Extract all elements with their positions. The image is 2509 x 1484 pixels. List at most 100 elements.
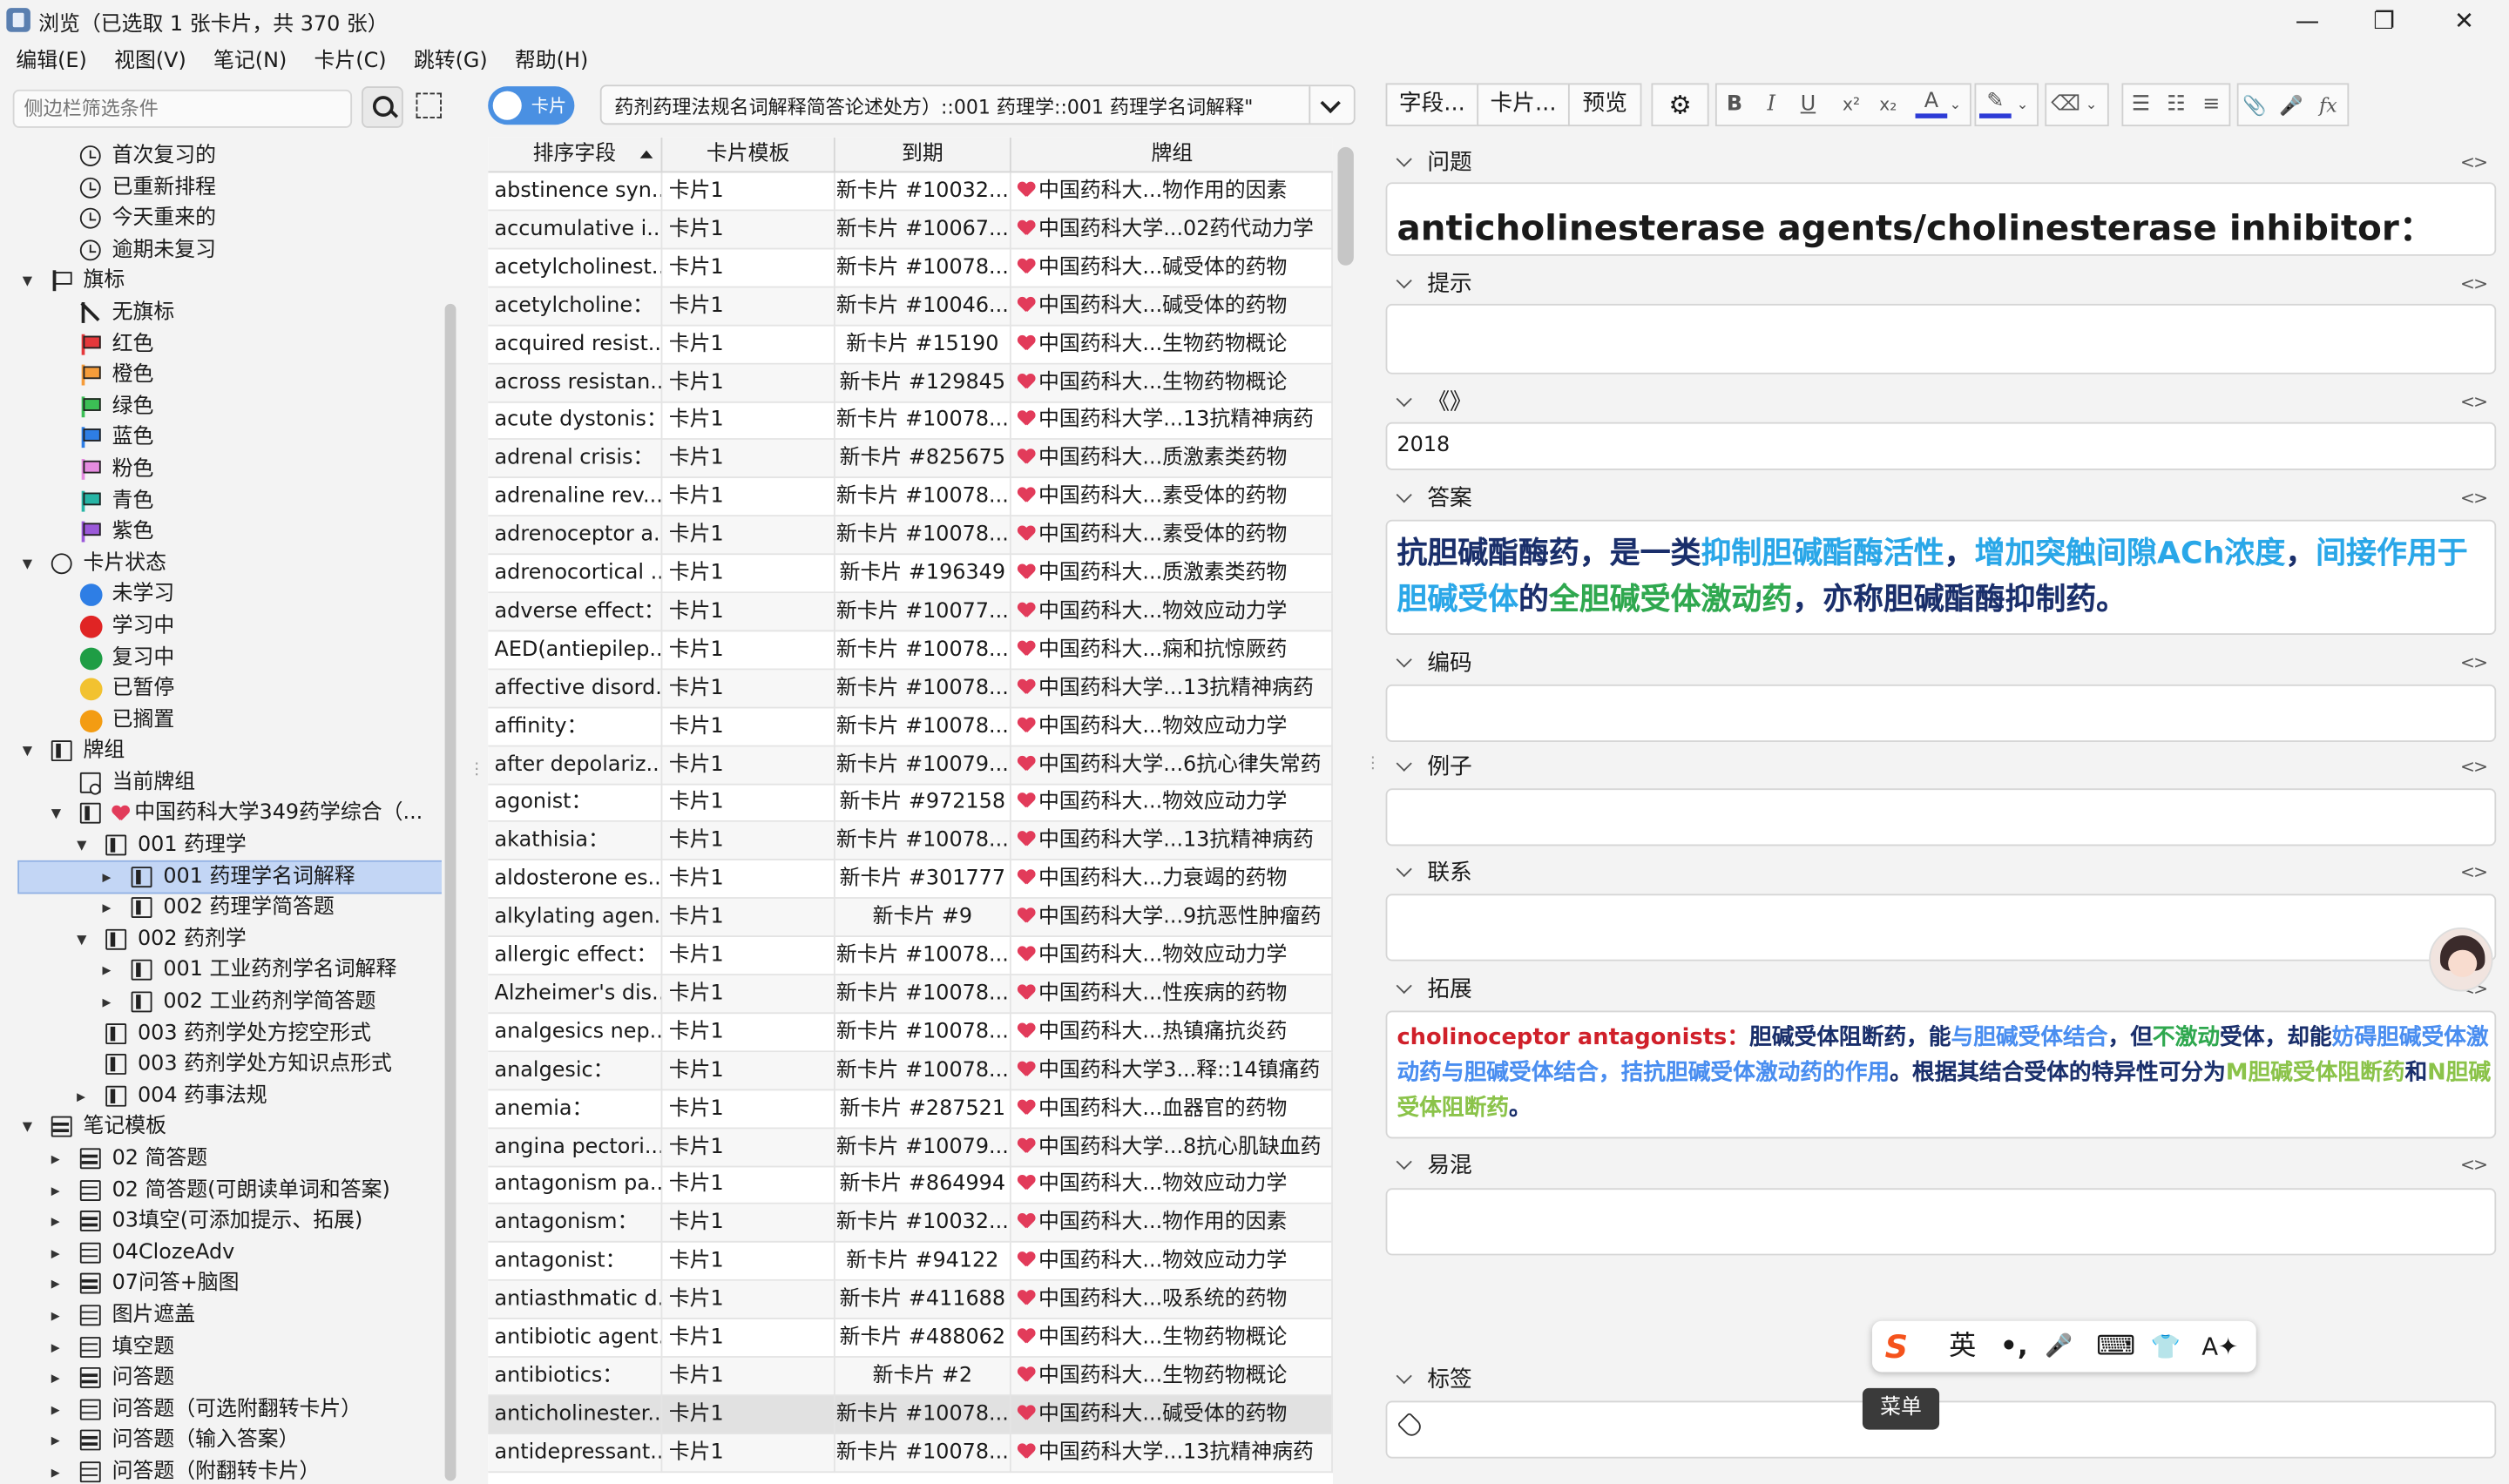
collapse-arrow-icon[interactable]: ▶ [51, 1402, 67, 1418]
attachment-icon[interactable]: 📎 [2239, 90, 2271, 122]
code-toggle-icon[interactable]: <> [2460, 752, 2488, 784]
collapse-arrow-icon[interactable]: ▶ [51, 1371, 67, 1386]
collapse-arrow-icon[interactable]: ▶ [77, 1089, 92, 1104]
sidebar-item[interactable]: ▼ 笔记模板 [0, 1112, 442, 1143]
sidebar-item[interactable]: ▶ 问答题 [0, 1363, 442, 1394]
ordered-list-icon[interactable]: ☷ [2161, 90, 2193, 122]
gear-icon[interactable]: ⚙ [1651, 83, 1709, 127]
code-toggle-icon[interactable]: <> [2460, 1150, 2488, 1182]
menu-go[interactable]: 跳转(G) [397, 40, 498, 74]
cards-notes-toggle[interactable]: 卡片 [488, 86, 575, 125]
collapse-arrow-icon[interactable]: ▶ [51, 1277, 67, 1292]
table-row[interactable]: adrenaline rev... 卡片1 新卡片 #10078... 中国药科大..… [488, 478, 1333, 517]
sidebar-item[interactable]: ▶ 问答题（输入答案） [0, 1426, 442, 1457]
source-text[interactable]: 2018 [1397, 434, 1450, 458]
sidebar-item[interactable]: ▼ 002 药剂学 [0, 924, 442, 955]
splitter-handle[interactable]: ⋮ [469, 762, 484, 790]
field-header-answer[interactable]: 答案 <> [1386, 483, 2497, 516]
sidebar-item[interactable]: 今天重来的 [0, 204, 442, 235]
expand-arrow-icon[interactable]: ▼ [23, 274, 38, 290]
search-query-box[interactable]: 药剂药理法规名词解释简答论述处方）::001 药理学::001 药理学名词解释" [599, 84, 1356, 125]
sidebar-item[interactable]: 已暂停 [0, 673, 442, 705]
code-field[interactable] [1385, 684, 2497, 742]
chevron-down-icon[interactable]: ⌄ [1947, 90, 1963, 122]
sidebar-item[interactable]: ▶ 03填空(可添加提示、拓展) [0, 1206, 442, 1238]
table-row[interactable]: accumulative i... 卡片1 新卡片 #10067... 中国药科大学.… [488, 211, 1333, 250]
sidebar-item[interactable]: ▶ 图片遮盖 [0, 1300, 442, 1332]
menu-edit[interactable]: 编辑(E) [0, 40, 98, 74]
collapse-arrow-icon[interactable]: ▶ [103, 901, 118, 916]
sidebar-item[interactable]: 粉色 [0, 454, 442, 485]
sidebar-item[interactable]: ▶ 问答题（可选附翻转卡片） [0, 1394, 442, 1426]
sidebar-item[interactable]: 红色 [0, 328, 442, 360]
relation-field[interactable] [1385, 894, 2497, 961]
field-header-code[interactable]: 编码 <> [1386, 648, 2497, 680]
sidebar-item[interactable]: 绿色 [0, 391, 442, 422]
skin-icon[interactable]: 👕 [2151, 1331, 2181, 1363]
sidebar-item[interactable]: ▶ 001 工业药剂学名词解释 [0, 955, 442, 987]
sidebar-item[interactable]: ▶ 002 工业药剂学简答题 [0, 987, 442, 1018]
extension-field[interactable]: cholinoceptor antagonists：胆碱受体阻断药，能与胆碱受体… [1385, 1010, 2497, 1139]
sidebar-item[interactable]: ▶ 07问答+脑图 [0, 1269, 442, 1300]
sidebar-item[interactable]: 青色 [0, 485, 442, 516]
code-toggle-icon[interactable]: <> [2460, 147, 2488, 179]
field-header-extension[interactable]: 拓展 <> [1386, 974, 2497, 1006]
table-row[interactable]: aldosterone es... 卡片1 新卡片 #301777 中国药科大...力… [488, 860, 1333, 900]
question-text[interactable]: anticholinesterase agents/cholinesterase… [1397, 200, 2434, 252]
sogou-logo-icon[interactable]: S [1885, 1331, 1908, 1363]
answer-field[interactable]: 抗胆碱酯酶药，是一类抑制胆碱酯酶活性，增加突触间隙ACh浓度，间接作用于胆碱受体… [1385, 519, 2497, 635]
sidebar-item[interactable]: ▶ 问答题（附翻转卡片） [0, 1457, 442, 1484]
ai-icon[interactable]: A✦ [2201, 1331, 2238, 1363]
microphone-icon[interactable]: 🎤 [2276, 90, 2308, 122]
sidebar-item[interactable]: 003 药剂学处方知识点形式 [0, 1049, 442, 1081]
keyboard-icon[interactable]: ⌨ [2096, 1331, 2135, 1363]
table-row[interactable]: alkylating agen... 卡片1 新卡片 #9 中国药科大学...9抗恶性… [488, 899, 1333, 938]
table-row[interactable]: angina pectori... 卡片1 新卡片 #10079... 中国药科大学.… [488, 1128, 1333, 1167]
sidebar-item[interactable]: 已重新排程 [0, 172, 442, 204]
question-field[interactable]: anticholinesterase agents/cholinesterase… [1385, 182, 2497, 256]
expand-arrow-icon[interactable]: ▼ [23, 744, 38, 759]
table-row[interactable]: adrenoceptor a... 卡片1 新卡片 #10078... 中国药科大..… [488, 516, 1333, 556]
maximize-button[interactable]: ❐ [2352, 3, 2416, 38]
column-due[interactable]: 到期 [835, 137, 1011, 173]
sidebar-scrollbar[interactable] [444, 303, 456, 1481]
italic-icon[interactable]: I [1755, 90, 1788, 122]
collapse-arrow-icon[interactable]: ▶ [51, 1339, 67, 1355]
code-toggle-icon[interactable]: <> [2460, 268, 2488, 300]
sidebar-item[interactable]: ▶ 001 药理学名词解释 [17, 860, 442, 894]
table-row[interactable]: akathisia： 卡片1 新卡片 #10078... 中国药科大学...13抗精神… [488, 822, 1333, 861]
collapse-arrow-icon[interactable]: ▶ [103, 995, 118, 1010]
table-row[interactable]: adverse effect： 卡片1 新卡片 #10077... 中国药科大...物… [488, 593, 1333, 632]
code-toggle-icon[interactable]: <> [2460, 857, 2488, 889]
microphone-icon[interactable]: 🎤 [2045, 1331, 2073, 1363]
table-row[interactable]: analgesics nep... 卡片1 新卡片 #10078... 中国药科大..… [488, 1013, 1333, 1052]
table-row[interactable]: Alzheimer's dis... 卡片1 新卡片 #10078... 中国药科大.… [488, 975, 1333, 1014]
sidebar-item[interactable]: ▼ 旗标 [0, 266, 442, 297]
column-card-template[interactable]: 卡片模板 [662, 137, 835, 173]
field-header-relation[interactable]: 联系 <> [1386, 857, 2497, 889]
sidebar-item[interactable]: 003 药剂学处方挖空形式 [0, 1018, 442, 1049]
chevron-down-icon[interactable] [1396, 391, 1412, 408]
hint-field[interactable] [1385, 303, 2497, 374]
table-row[interactable]: antiasthmatic d... 卡片1 新卡片 #411688 中国药科大...… [488, 1280, 1333, 1320]
table-row[interactable]: abstinence syn... 卡片1 新卡片 #10032... 中国药科大..… [488, 172, 1333, 212]
chevron-down-icon[interactable]: ⌄ [2014, 90, 2030, 122]
sidebar-item[interactable]: 紫色 [0, 516, 442, 548]
eraser-icon[interactable]: ⌫ [2050, 90, 2082, 122]
code-toggle-icon[interactable]: <> [2460, 387, 2488, 419]
sidebar-item[interactable]: 首次复习的 [0, 141, 442, 172]
bold-icon[interactable]: B [1719, 90, 1751, 122]
table-row[interactable]: antagonist： 卡片1 新卡片 #94122 中国药科大...物效应动力学 [488, 1243, 1333, 1282]
menu-help[interactable]: 帮助(H) [499, 40, 600, 74]
collapse-arrow-icon[interactable]: ▶ [51, 1214, 67, 1230]
preview-button[interactable]: 预览 [1567, 83, 1642, 127]
field-header-example[interactable]: 例子 <> [1386, 752, 2497, 784]
chevron-down-icon[interactable] [1396, 977, 1412, 995]
collapse-arrow-icon[interactable]: ▶ [51, 1465, 67, 1481]
chevron-down-icon[interactable] [1396, 755, 1412, 772]
chevron-down-icon[interactable] [1309, 86, 1353, 124]
table-row[interactable]: acetylcholinest... 卡片1 新卡片 #10078... 中国药科大.… [488, 249, 1333, 288]
chevron-down-icon[interactable] [1396, 1153, 1412, 1170]
chevron-down-icon[interactable] [1396, 1367, 1412, 1385]
table-row[interactable]: adrenal crisis： 卡片1 新卡片 #825675 中国药科大...质激素… [488, 440, 1333, 479]
